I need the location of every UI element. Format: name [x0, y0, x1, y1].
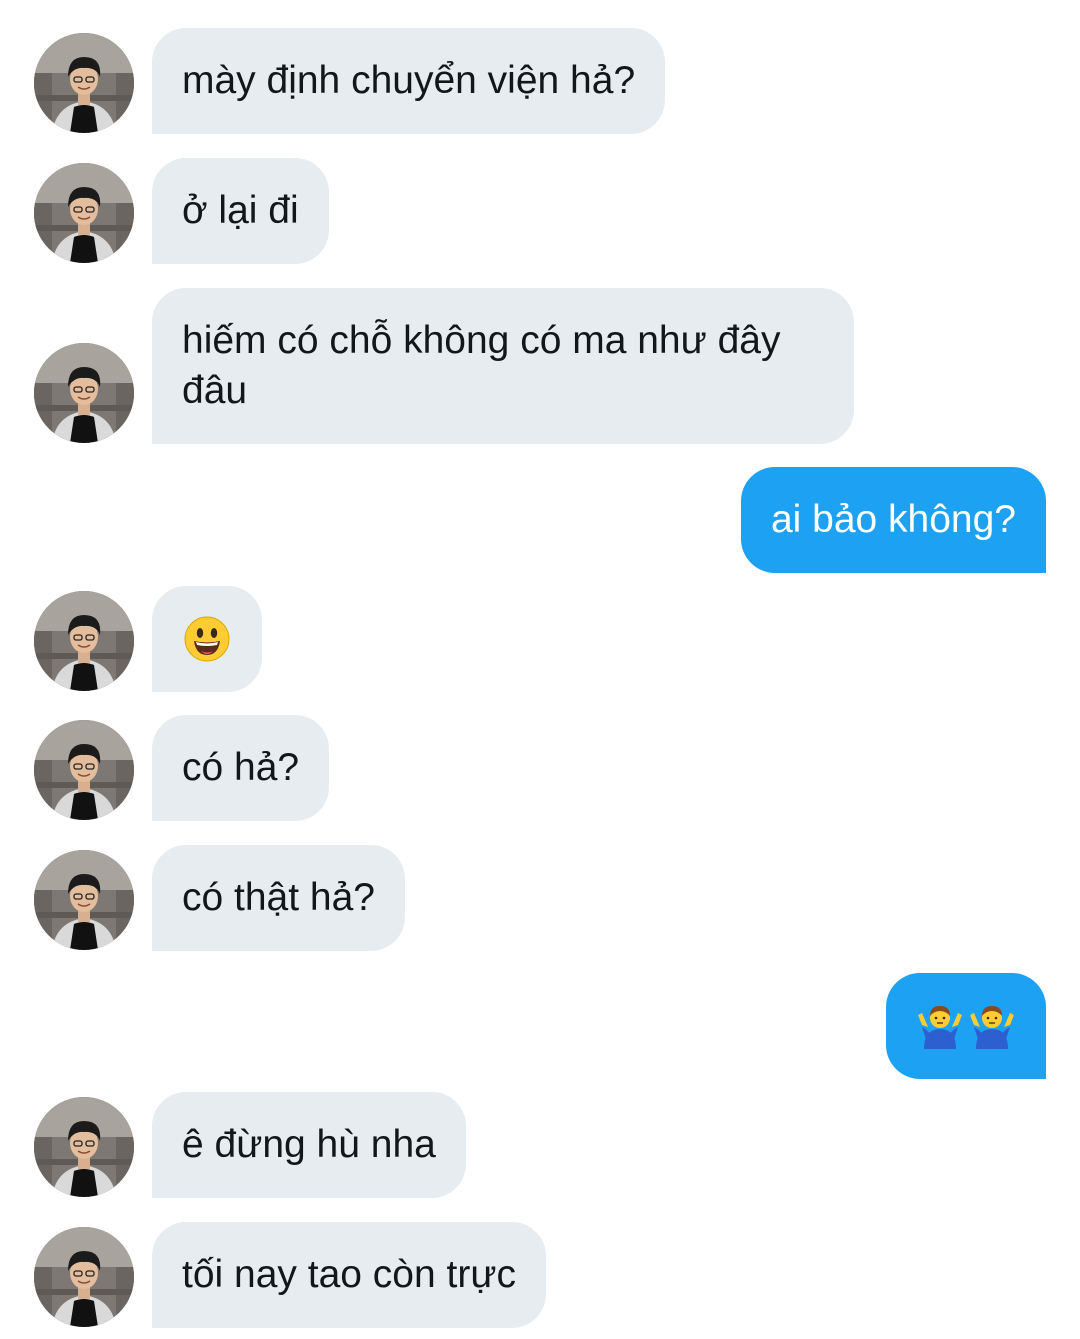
shrugging-man-emoji [918, 1006, 962, 1049]
outgoing-message-bubble[interactable]: ai bảo không? [740, 467, 1046, 573]
avatar[interactable] [34, 33, 134, 133]
message-text: hiếm có chỗ không có ma như đây đâu [182, 319, 781, 412]
avatar[interactable] [34, 850, 134, 950]
incoming-message-bubble[interactable]: tối nay tao còn trực [152, 1222, 546, 1328]
avatar[interactable] [34, 591, 134, 691]
message-text: ê đừng hù nha [182, 1123, 436, 1166]
outgoing-message-bubble[interactable] [886, 973, 1046, 1079]
grinning-face-emoji [184, 616, 230, 662]
avatar[interactable] [34, 720, 134, 820]
message-row: có thật hả? [0, 845, 1080, 951]
incoming-message-bubble[interactable]: ê đừng hù nha [152, 1092, 466, 1198]
incoming-message-bubble[interactable]: hiếm có chỗ không có ma như đây đâu [152, 288, 854, 444]
message-row [0, 973, 1080, 1079]
avatar[interactable] [34, 1097, 134, 1197]
message-row: mày định chuyển viện hả? [0, 28, 1080, 134]
message-row: ở lại đi [0, 158, 1080, 264]
message-row: hiếm có chỗ không có ma như đây đâu [0, 288, 1080, 444]
message-text: tối nay tao còn trực [182, 1253, 516, 1296]
incoming-message-bubble[interactable]: ở lại đi [152, 158, 329, 264]
message-text: có hả? [182, 746, 300, 789]
shrugging-man-emoji-pair [916, 1003, 1016, 1049]
message-text: mày định chuyển viện hả? [182, 59, 636, 102]
avatar[interactable] [34, 163, 134, 263]
incoming-message-bubble[interactable]: mày định chuyển viện hả? [152, 28, 666, 134]
message-row: có hả? [0, 715, 1080, 821]
avatar[interactable] [34, 343, 134, 443]
message-text: ở lại đi [182, 189, 299, 232]
message-text: có thật hả? [182, 876, 375, 919]
message-row: tối nay tao còn trực [0, 1222, 1080, 1328]
message-text: ai bảo không? [770, 498, 1016, 541]
avatar[interactable] [34, 1227, 134, 1327]
incoming-message-bubble[interactable] [152, 586, 262, 692]
message-row [0, 586, 1080, 692]
message-row: ê đừng hù nha [0, 1092, 1080, 1198]
chat-thread: mày định chuyển viện hả? ở lại đi hiếm c… [0, 0, 1080, 1339]
message-row: ai bảo không? [0, 467, 1080, 573]
incoming-message-bubble[interactable]: có thật hả? [152, 845, 405, 951]
incoming-message-bubble[interactable]: có hả? [152, 715, 330, 821]
shrugging-man-emoji [970, 1006, 1014, 1049]
